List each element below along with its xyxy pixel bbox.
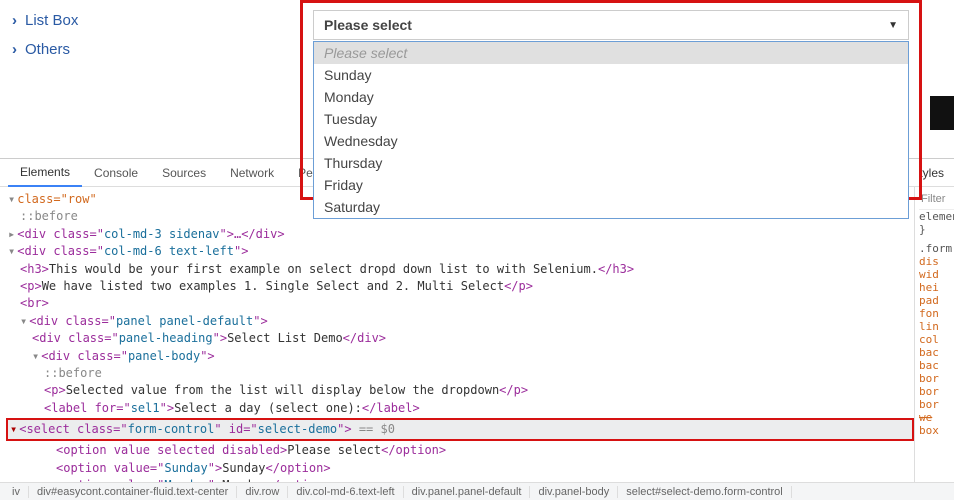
sidebar-item-list-box[interactable]: › List Box: [0, 6, 200, 35]
annotation-highlight-box: Please select ▼ Please select Sunday Mon…: [300, 0, 922, 200]
crumb[interactable]: div.panel-body: [530, 486, 618, 498]
select-dropdown: Please select Sunday Monday Tuesday Wedn…: [313, 41, 909, 219]
crumb[interactable]: iv: [4, 486, 29, 498]
tab-console[interactable]: Console: [82, 160, 150, 186]
caret-down-icon: ▼: [888, 20, 898, 31]
sidebar-item-label: Others: [25, 41, 70, 58]
dom-tree[interactable]: ▾class="row" ::before ▸<div class="col-m…: [0, 187, 914, 482]
tab-sources[interactable]: Sources: [150, 160, 218, 186]
select-option[interactable]: Tuesday: [314, 108, 908, 130]
select-option[interactable]: Friday: [314, 174, 908, 196]
crumb[interactable]: div#easycont.container-fluid.text-center: [29, 486, 237, 498]
chevron-right-icon: ›: [12, 12, 17, 29]
devtools-body: ▾class="row" ::before ▸<div class="col-m…: [0, 187, 954, 482]
select-trigger[interactable]: Please select ▼: [313, 10, 909, 40]
styles-pane[interactable]: Filter elemen } .form- dis wid hei pad f…: [914, 187, 954, 482]
page-top: › List Box › Others Please select ▼ Plea…: [0, 0, 954, 160]
styles-filter[interactable]: Filter: [919, 189, 954, 210]
crumb[interactable]: select#select-demo.form-control: [618, 486, 792, 498]
crumb[interactable]: div.row: [237, 486, 288, 498]
select-option[interactable]: Sunday: [314, 64, 908, 86]
select-option[interactable]: Saturday: [314, 196, 908, 218]
sidebar-item-label: List Box: [25, 12, 78, 29]
sidebar: › List Box › Others: [0, 0, 200, 64]
dark-strip: [930, 96, 954, 130]
crumb[interactable]: div.col-md-6.text-left: [288, 486, 403, 498]
sidebar-item-others[interactable]: › Others: [0, 35, 200, 64]
crumb[interactable]: div.panel.panel-default: [404, 486, 531, 498]
select-option[interactable]: Please select: [314, 42, 908, 64]
selected-dom-node[interactable]: ▾<select class="form-control" id="select…: [6, 418, 914, 441]
tab-elements[interactable]: Elements: [8, 159, 82, 187]
select-option[interactable]: Wednesday: [314, 130, 908, 152]
select-option[interactable]: Thursday: [314, 152, 908, 174]
select-option[interactable]: Monday: [314, 86, 908, 108]
select-trigger-label: Please select: [324, 17, 412, 33]
tab-network[interactable]: Network: [218, 160, 286, 186]
breadcrumb: iv div#easycont.container-fluid.text-cen…: [0, 482, 954, 500]
chevron-right-icon: ›: [12, 41, 17, 58]
